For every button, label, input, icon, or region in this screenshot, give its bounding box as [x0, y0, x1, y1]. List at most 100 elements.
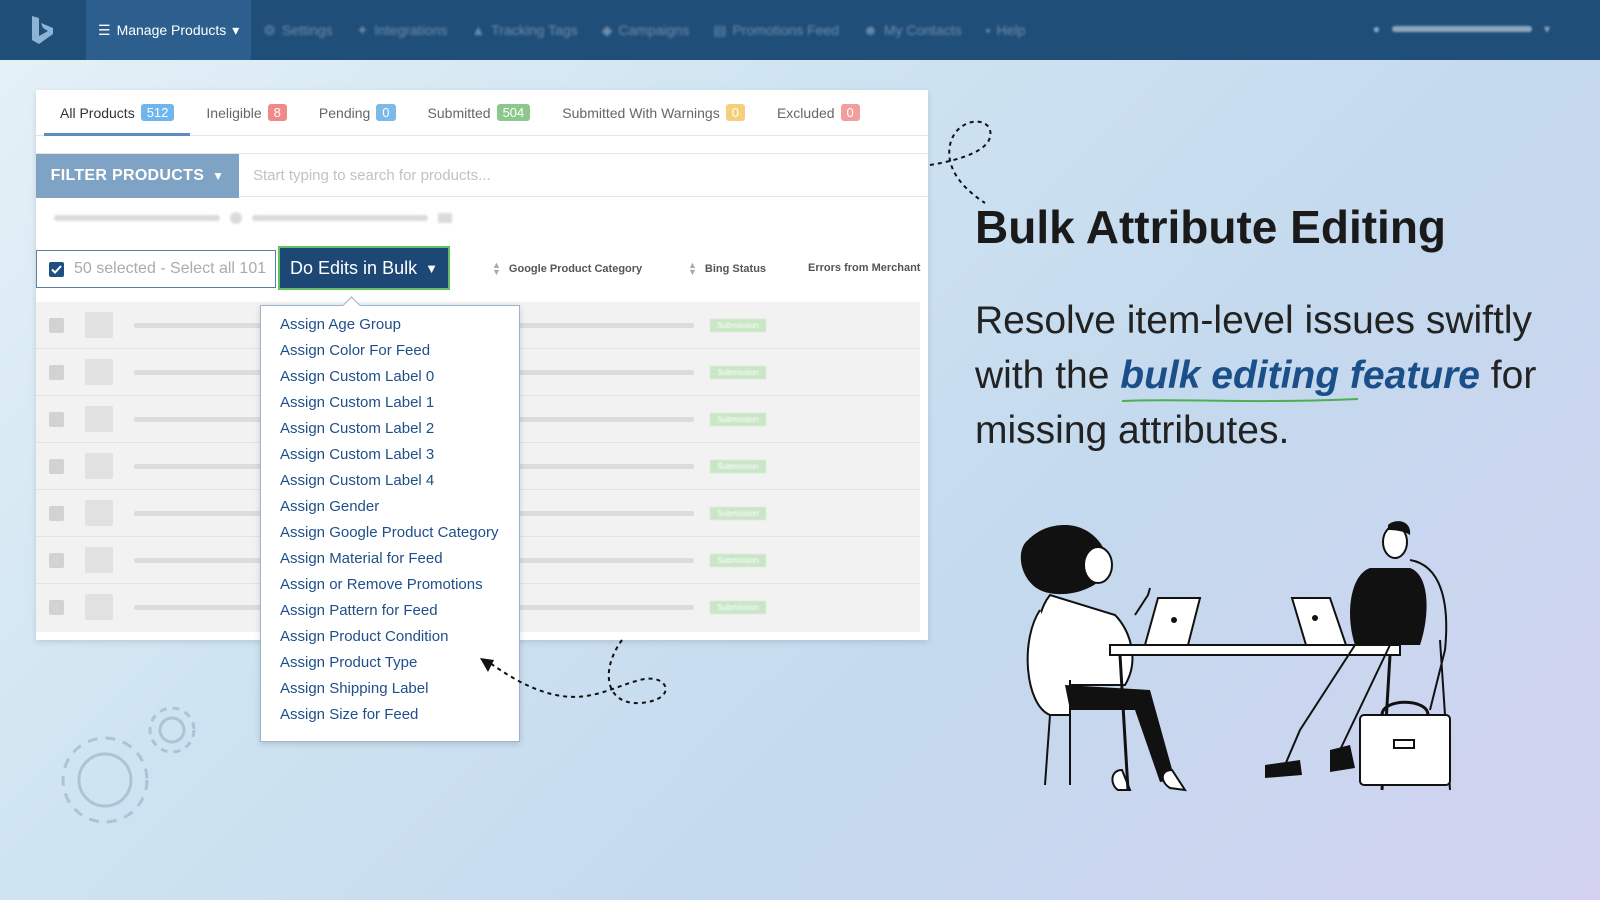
row-checkbox[interactable] [49, 318, 64, 333]
woman-legs [1065, 685, 1175, 782]
count-badge: 0 [725, 104, 745, 121]
users-icon: ☻ [863, 22, 878, 38]
top-nav: ☰ Manage Products ▾ ⚙ Settings ✦ Integrati… [0, 0, 1600, 60]
filter-products-label: FILTER PRODUCTS [50, 167, 205, 184]
count-badge: 512 [140, 104, 175, 121]
image-placeholder-icon [85, 312, 113, 338]
row-checkbox[interactable] [49, 600, 64, 615]
menu-item-assign-custom-label-0[interactable]: Assign Custom Label 0 [261, 364, 519, 390]
file-icon: ▤ [713, 21, 727, 38]
row-checkbox[interactable] [49, 459, 64, 474]
menu-item-assign-product-condition[interactable]: Assign Product Condition [261, 624, 519, 650]
bulk-edit-dropdown-menu: Assign Age Group Assign Color For Feed A… [260, 305, 520, 742]
menu-item-assign-custom-label-3[interactable]: Assign Custom Label 3 [261, 442, 519, 468]
row-checkbox[interactable] [49, 553, 64, 568]
nav-help[interactable]: ▪ Help [974, 0, 1038, 60]
image-placeholder-icon [85, 453, 113, 479]
column-label: Errors from Merchant [808, 262, 921, 274]
menu-item-assign-custom-label-4[interactable]: Assign Custom Label 4 [261, 468, 519, 494]
list-icon: ☰ [98, 21, 111, 38]
filter-row: FILTER PRODUCTS ▼ Start typing to search… [36, 153, 928, 198]
nav-tracking-tags[interactable]: ▲ Tracking Tags [459, 0, 589, 60]
laptop-logo-left [1171, 617, 1177, 623]
do-edits-in-bulk-button[interactable]: Do Edits in Bulk ▼ [278, 246, 450, 290]
laptop-logo-right [1312, 615, 1318, 621]
row-checkbox[interactable] [49, 365, 64, 380]
status-badge: Submission [710, 554, 766, 567]
nav-campaigns-label: Campaigns [618, 22, 690, 38]
menu-item-assign-age-group[interactable]: Assign Age Group [261, 312, 519, 338]
menu-item-assign-or-remove-promotions[interactable]: Assign or Remove Promotions [261, 572, 519, 598]
tab-label: All Products [60, 104, 135, 121]
product-tabs: All Products 512 Ineligible 8 Pending 0 … [36, 90, 928, 136]
checkbox-checked-icon[interactable] [49, 261, 64, 277]
nav-campaigns[interactable]: ◆ Campaigns [590, 0, 702, 60]
row-checkbox[interactable] [49, 506, 64, 521]
nav-help-label: Help [996, 22, 1026, 38]
bell-icon: ● [1372, 22, 1380, 36]
tag-icon: ◆ [601, 21, 613, 38]
woman-face [1083, 546, 1113, 584]
menu-item-assign-custom-label-2[interactable]: Assign Custom Label 2 [261, 416, 519, 442]
caret-down-icon: ▼ [425, 260, 438, 276]
menu-item-assign-gender[interactable]: Assign Gender [261, 494, 519, 520]
nav-tracking-tags-label: Tracking Tags [491, 22, 578, 38]
product-search-input[interactable]: Start typing to search for products... [239, 154, 928, 196]
nav-settings[interactable]: ⚙ Settings [251, 0, 344, 60]
nav-promotions-feed-label: Promotions Feed [732, 22, 840, 38]
bing-logo[interactable] [0, 0, 86, 60]
sort-icon: ▲ ▼ [688, 260, 697, 277]
menu-item-assign-custom-label-1[interactable]: Assign Custom Label 1 [261, 390, 519, 416]
blurred-control [54, 215, 220, 221]
menu-item-assign-color[interactable]: Assign Color For Feed [261, 338, 519, 364]
status-badge: Submission [710, 366, 766, 379]
nav-promotions-feed[interactable]: ▤ Promotions Feed [701, 0, 851, 60]
tab-label: Excluded [776, 104, 835, 121]
tab-submitted[interactable]: Submitted 504 [412, 90, 547, 135]
headline: Bulk Attribute Editing [975, 201, 1447, 253]
image-placeholder-icon [85, 500, 113, 526]
woman-arm [1134, 587, 1151, 616]
woman-shoes [1111, 768, 1188, 792]
tab-pending[interactable]: Pending 0 [303, 90, 412, 135]
user-menu[interactable]: ● ▾ [1373, 22, 1550, 36]
status-badge: Submission [710, 507, 766, 520]
help-icon [230, 212, 242, 224]
status-badge: Submission [710, 460, 766, 473]
row-checkbox[interactable] [49, 412, 64, 427]
menu-item-assign-shipping-label[interactable]: Assign Shipping Label [261, 676, 519, 702]
blurred-toolbar [54, 212, 452, 224]
selection-count-text: 50 selected - Select all 101 [74, 260, 267, 277]
nav-manage-products[interactable]: ☰ Manage Products ▾ [86, 0, 252, 60]
filter-products-button[interactable]: FILTER PRODUCTS ▼ [36, 154, 239, 198]
column-label: Bing Status [704, 263, 767, 275]
tab-submitted-with-warnings[interactable]: Submitted With Warnings 0 [546, 90, 761, 135]
menu-item-assign-pattern[interactable]: Assign Pattern for Feed [261, 598, 519, 624]
caret-down-icon: ▾ [1543, 22, 1550, 36]
column-google-product-category[interactable]: ▲ ▼ Google Product Category [492, 260, 642, 277]
count-badge: 0 [840, 104, 860, 121]
nav-integrations[interactable]: ✦ Integrations [344, 0, 459, 60]
column-bing-status[interactable]: ▲ ▼ Bing Status [688, 260, 767, 277]
menu-item-assign-size[interactable]: Assign Size for Feed [261, 702, 519, 728]
table-top [1109, 644, 1401, 656]
man-shoes [1265, 745, 1355, 778]
bag-clasp [1393, 739, 1415, 749]
menu-item-assign-google-product-category[interactable]: Assign Google Product Category [261, 520, 519, 546]
menu-item-assign-product-type[interactable]: Assign Product Type [261, 650, 519, 676]
column-errors-from-merchant[interactable]: Errors from Merchant [808, 262, 920, 274]
sort-icon: ▲ ▼ [492, 260, 501, 277]
menu-item-assign-material[interactable]: Assign Material for Feed [261, 546, 519, 572]
select-all-box[interactable]: 50 selected - Select all 101 [36, 250, 276, 288]
nav-settings-label: Settings [281, 22, 333, 38]
tab-ineligible[interactable]: Ineligible 8 [190, 90, 303, 135]
nav-my-contacts[interactable]: ☻ My Contacts [851, 0, 974, 60]
tab-all-products[interactable]: All Products 512 [44, 90, 191, 136]
laptop-right [1290, 597, 1348, 646]
tab-excluded[interactable]: Excluded 0 [761, 90, 876, 135]
underline-squiggle [1122, 398, 1359, 403]
user-name-placeholder [1391, 26, 1532, 32]
bing-logo-icon [32, 16, 53, 44]
caret-down-icon: ▼ [212, 169, 225, 183]
puzzle-icon: ✦ [356, 21, 369, 38]
